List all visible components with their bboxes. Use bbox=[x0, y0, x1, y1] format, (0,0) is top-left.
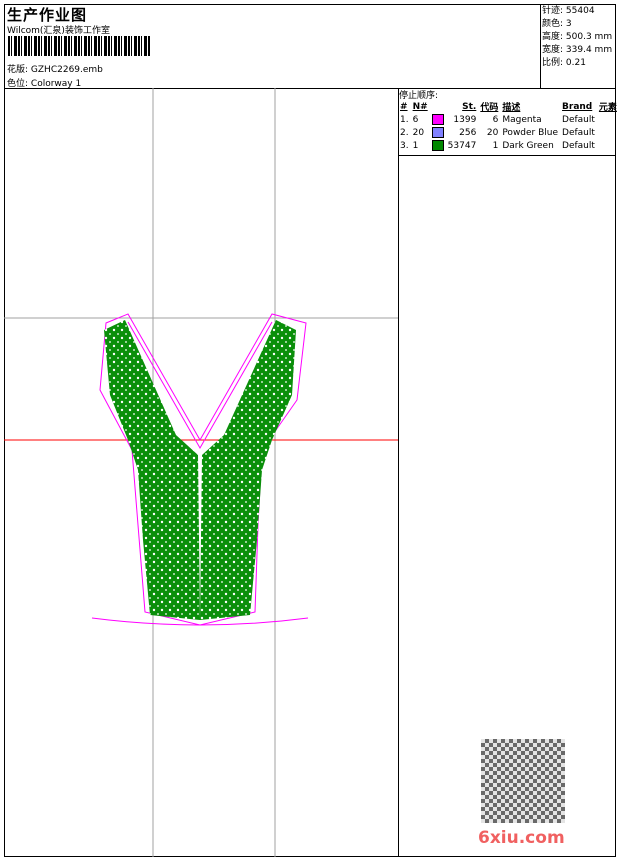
design-canvas bbox=[4, 88, 398, 857]
qr-code bbox=[481, 739, 565, 823]
production-worksheet: 生产作业图 Wilcom(汇泉)装饰工作室 花版: GZHC2269.emb 色… bbox=[0, 0, 620, 860]
watermark: 6xiu.com bbox=[478, 828, 565, 848]
hem-curve bbox=[91, 617, 309, 626]
